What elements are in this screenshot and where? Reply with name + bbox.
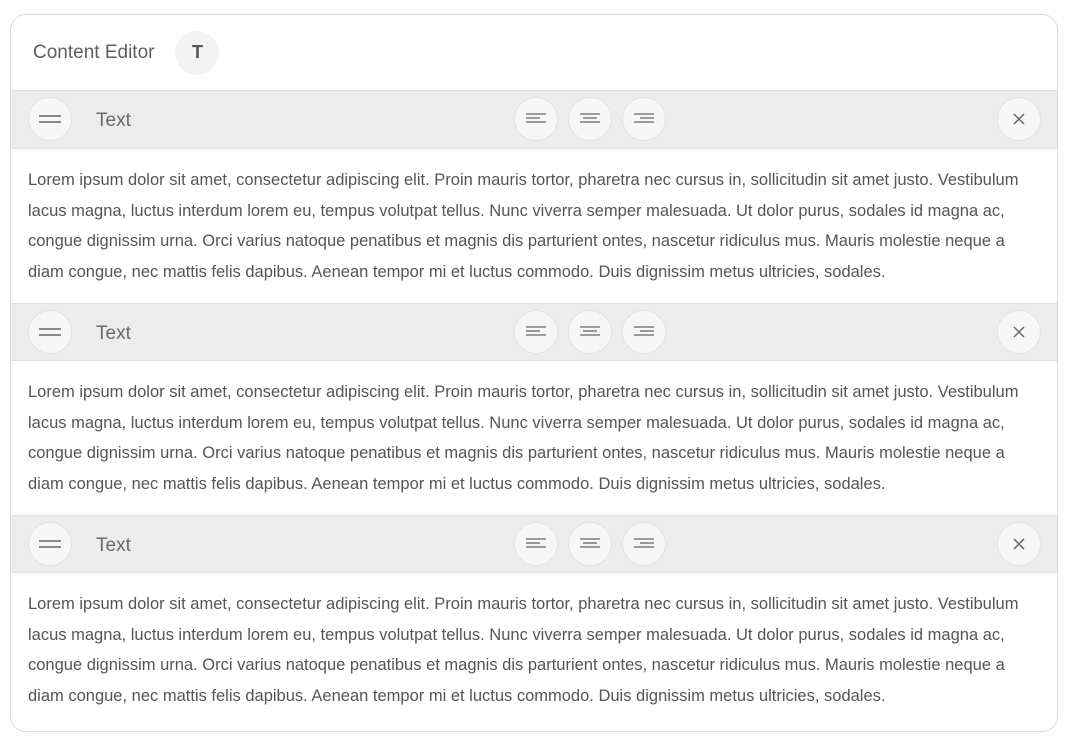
block-type-label: Text	[96, 323, 131, 344]
block-list: Text Lorem ipsum dolor sit amet, consect…	[11, 91, 1057, 727]
align-right-button[interactable]	[622, 310, 666, 354]
align-right-icon	[634, 113, 654, 125]
block-content[interactable]: Lorem ipsum dolor sit amet, consectetur …	[11, 361, 1057, 515]
block-content[interactable]: Lorem ipsum dolor sit amet, consectetur …	[11, 573, 1057, 727]
align-center-button[interactable]	[568, 310, 612, 354]
align-left-button[interactable]	[514, 310, 558, 354]
drag-handle-button[interactable]	[28, 522, 72, 566]
remove-block-button[interactable]	[997, 97, 1041, 141]
align-center-icon	[580, 326, 600, 338]
block-content[interactable]: Lorem ipsum dolor sit amet, consectetur …	[11, 149, 1057, 303]
align-left-button[interactable]	[514, 522, 558, 566]
align-center-button[interactable]	[568, 97, 612, 141]
align-center-icon	[580, 113, 600, 125]
block-type-label: Text	[96, 110, 131, 131]
editor-title: Content Editor	[33, 41, 155, 63]
drag-handle-button[interactable]	[28, 310, 72, 354]
menu-icon	[39, 114, 61, 124]
align-left-icon	[526, 113, 546, 125]
close-icon	[1013, 326, 1025, 338]
align-right-icon	[634, 326, 654, 338]
align-left-icon	[526, 326, 546, 338]
remove-block-button[interactable]	[997, 522, 1041, 566]
align-center-icon	[580, 538, 600, 550]
text-block: Text Lorem ipsum dolor sit amet, consect…	[11, 303, 1057, 515]
close-icon	[1013, 538, 1025, 550]
align-center-button[interactable]	[568, 522, 612, 566]
add-text-block-button[interactable]: T	[175, 30, 220, 75]
text-block: Text Lorem ipsum dolor sit amet, consect…	[11, 91, 1057, 303]
block-type-label: Text	[96, 535, 131, 556]
block-toolbar: Text	[11, 515, 1057, 573]
remove-block-button[interactable]	[997, 310, 1041, 354]
align-right-icon	[634, 538, 654, 550]
content-editor: Content Editor T Text Lorem ipsum dolor …	[10, 14, 1058, 732]
menu-icon	[39, 539, 61, 549]
drag-handle-button[interactable]	[28, 97, 72, 141]
align-left-icon	[526, 538, 546, 550]
editor-header: Content Editor T	[11, 15, 1057, 91]
text-block: Text Lorem ipsum dolor sit amet, consect…	[11, 515, 1057, 727]
align-right-button[interactable]	[622, 522, 666, 566]
block-toolbar: Text	[11, 303, 1057, 361]
menu-icon	[39, 327, 61, 337]
close-icon	[1013, 113, 1025, 125]
block-toolbar: Text	[11, 91, 1057, 149]
align-right-button[interactable]	[622, 97, 666, 141]
align-left-button[interactable]	[514, 97, 558, 141]
